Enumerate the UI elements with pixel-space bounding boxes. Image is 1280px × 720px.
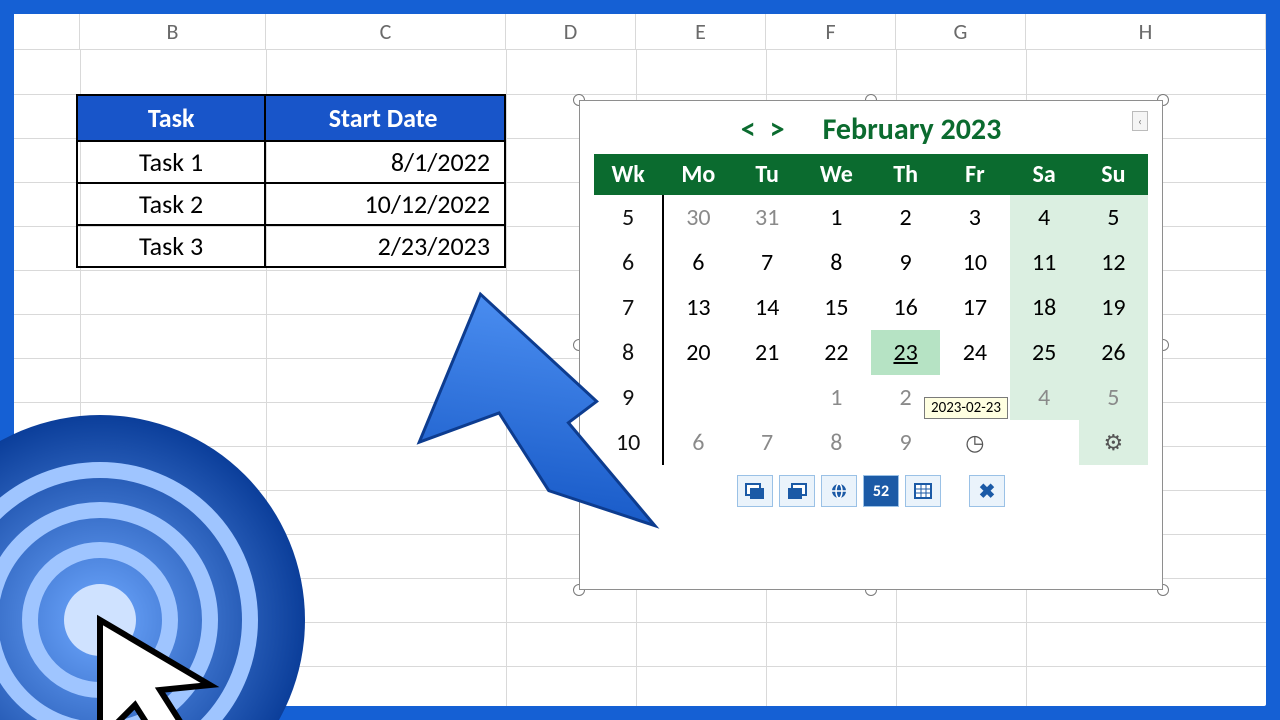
embedded-object[interactable]: ‹ < > February 2023 WkMoTuWeThFrSaSu 530… — [569, 90, 1173, 600]
header-task: Task — [78, 96, 266, 140]
day-cell[interactable]: 7 — [733, 240, 802, 285]
next-month-button[interactable]: > — [770, 111, 785, 148]
close-button[interactable]: ✖ — [969, 475, 1005, 507]
day-cell[interactable]: 10 — [940, 240, 1009, 285]
day-cell[interactable]: 3 — [940, 195, 1009, 240]
col-header[interactable]: D — [506, 14, 636, 50]
day-cell[interactable]: 17 — [940, 285, 1009, 330]
day-cell[interactable]: 19 — [1079, 285, 1148, 330]
picker-toolbar: 52 ✖ — [594, 475, 1148, 507]
day-header: Sa — [1010, 154, 1079, 195]
date-tooltip: 2023-02-23 — [924, 397, 1008, 419]
week-number: 8 — [594, 330, 663, 375]
col-header[interactable]: E — [636, 14, 766, 50]
day-header: We — [802, 154, 871, 195]
grid-button[interactable] — [905, 475, 941, 507]
col-header[interactable]: F — [766, 14, 896, 50]
day-cell[interactable]: 11 — [1010, 240, 1079, 285]
task-cell[interactable]: Task 3 — [78, 226, 266, 266]
window2-button[interactable] — [779, 475, 815, 507]
week-number: 5 — [594, 195, 663, 240]
col-header[interactable]: C — [266, 14, 506, 50]
col-header[interactable]: G — [896, 14, 1026, 50]
date-cell[interactable]: 10/12/2022 — [266, 184, 504, 224]
day-cell[interactable]: 1 — [802, 195, 871, 240]
day-header: Su — [1079, 154, 1148, 195]
day-cell[interactable]: 8 — [802, 420, 871, 465]
week52-button[interactable]: 52 — [863, 475, 899, 507]
task-cell[interactable]: Task 1 — [78, 142, 266, 182]
day-cell[interactable]: 16 — [871, 285, 940, 330]
table-row[interactable]: Task 2 10/12/2022 — [78, 182, 504, 224]
day-cell[interactable]: 14 — [733, 285, 802, 330]
app-frame: B C D E F G H — [0, 0, 1280, 720]
settings-cell[interactable]: ⚙ — [1079, 420, 1148, 465]
clock-cell[interactable]: ◷ — [940, 420, 1009, 465]
day-cell[interactable]: 22 — [802, 330, 871, 375]
day-header: Wk — [594, 154, 663, 195]
day-cell[interactable]: 18 — [1010, 285, 1079, 330]
day-cell[interactable]: 5 — [1079, 375, 1148, 420]
calendar-grid: WkMoTuWeThFrSaSu 53031123456678910111271… — [594, 154, 1148, 465]
day-header: Mo — [663, 154, 732, 195]
day-cell[interactable]: 8 — [802, 240, 871, 285]
day-cell[interactable] — [1010, 420, 1079, 465]
column-headers: B C D E F G H — [14, 14, 1266, 50]
clock-icon[interactable]: ◷ — [965, 429, 984, 456]
day-cell[interactable]: 12 — [1079, 240, 1148, 285]
day-cell[interactable]: 31 — [733, 195, 802, 240]
day-cell[interactable]: 2 — [871, 195, 940, 240]
table-row[interactable]: Task 3 2/23/2023 — [78, 224, 504, 266]
day-cell[interactable]: 30 — [663, 195, 732, 240]
day-cell[interactable]: 4 — [1010, 375, 1079, 420]
col-header[interactable]: H — [1026, 14, 1266, 50]
day-cell[interactable]: 23 — [871, 330, 940, 375]
day-cell[interactable]: 6 — [663, 420, 732, 465]
date-cell[interactable]: 8/1/2022 — [266, 142, 504, 182]
day-cell[interactable]: 9 — [871, 240, 940, 285]
globe-button[interactable] — [821, 475, 857, 507]
day-cell[interactable]: 26 — [1079, 330, 1148, 375]
header-start-date: Start Date — [266, 96, 504, 140]
day-cell[interactable]: 5 — [1079, 195, 1148, 240]
gear-icon[interactable]: ⚙ — [1104, 429, 1124, 456]
window1-button[interactable] — [737, 475, 773, 507]
week-number: 7 — [594, 285, 663, 330]
day-cell[interactable]: 13 — [663, 285, 732, 330]
date-picker: ‹ < > February 2023 WkMoTuWeThFrSaSu 530… — [579, 100, 1163, 590]
day-cell[interactable]: 7 — [733, 420, 802, 465]
task-table: Task Start Date Task 1 8/1/2022 Task 2 1… — [76, 94, 506, 268]
day-cell[interactable]: 4 — [1010, 195, 1079, 240]
prev-month-button[interactable]: < — [741, 111, 756, 148]
day-header: Fr — [940, 154, 1009, 195]
day-cell[interactable]: 1 — [802, 375, 871, 420]
task-cell[interactable]: Task 2 — [78, 184, 266, 224]
col-header[interactable]: B — [80, 14, 266, 50]
day-cell[interactable]: 20 — [663, 330, 732, 375]
day-cell[interactable]: 24 — [940, 330, 1009, 375]
collapse-icon[interactable]: ‹ — [1132, 111, 1148, 131]
month-title: February 2023 — [823, 111, 1002, 148]
week-number: 6 — [594, 240, 663, 285]
day-cell[interactable]: 15 — [802, 285, 871, 330]
month-nav: < > February 2023 — [594, 111, 1148, 148]
day-cell[interactable]: 21 — [733, 330, 802, 375]
day-header: Th — [871, 154, 940, 195]
day-cell[interactable]: 6 — [663, 240, 732, 285]
table-row[interactable]: Task 1 8/1/2022 — [78, 140, 504, 182]
brand-logo — [0, 410, 310, 720]
date-cell[interactable]: 2/23/2023 — [266, 226, 504, 266]
day-header: Tu — [733, 154, 802, 195]
week-number: 10 — [594, 420, 663, 465]
day-cell[interactable]: 9 — [871, 420, 940, 465]
day-cell[interactable]: 25 — [1010, 330, 1079, 375]
week-number: 9 — [594, 375, 663, 420]
